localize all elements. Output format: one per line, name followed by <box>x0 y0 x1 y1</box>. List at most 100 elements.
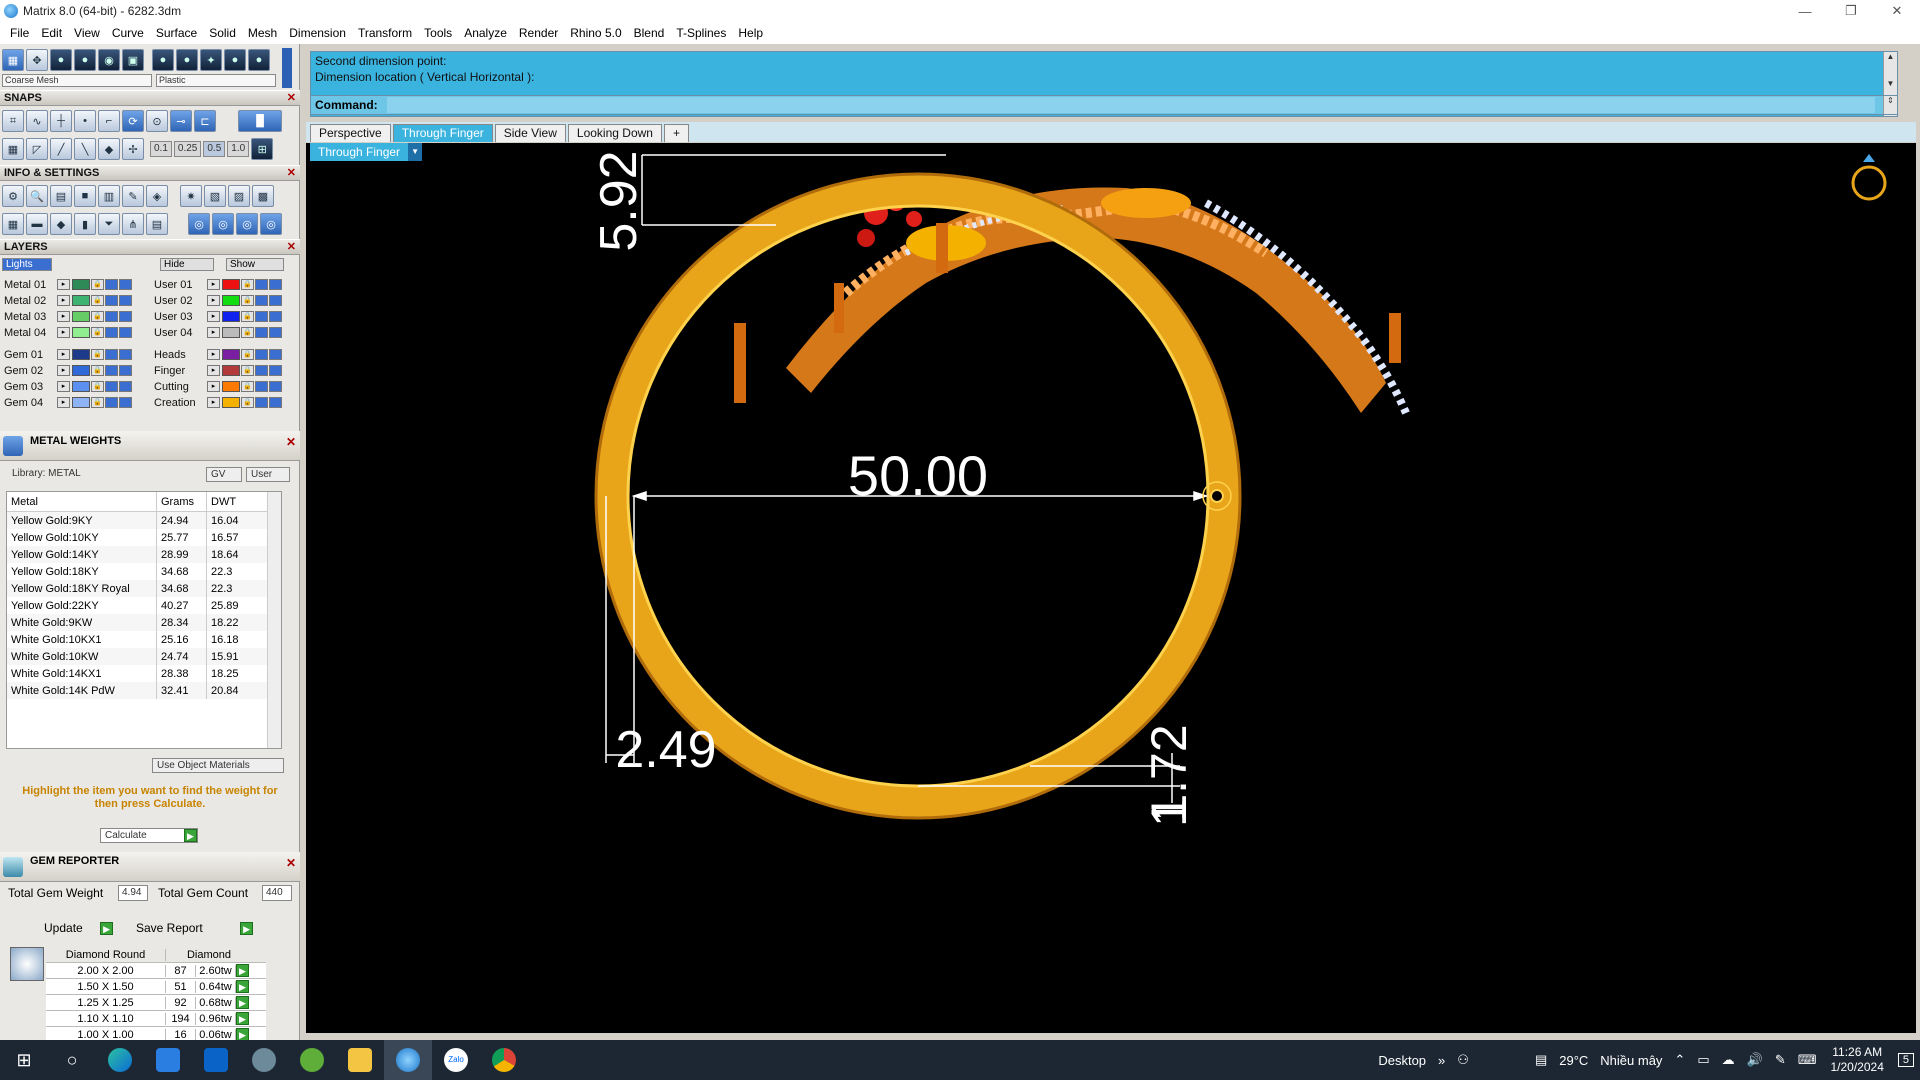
lock-icon[interactable]: 🔒 <box>91 365 104 376</box>
select-icon[interactable] <box>119 295 132 306</box>
ring4-icon[interactable]: ◎ <box>260 213 282 235</box>
pen-icon[interactable]: ✎ <box>1775 1052 1786 1068</box>
expand-icon[interactable]: ▸ <box>57 349 70 360</box>
lock-icon[interactable]: 🔒 <box>91 397 104 408</box>
visibility-icon[interactable] <box>255 279 268 290</box>
snap-value-4[interactable]: 1.0 <box>227 141 250 157</box>
lock-icon[interactable]: 🔒 <box>241 327 254 338</box>
explorer-app[interactable] <box>336 1040 384 1080</box>
select-icon[interactable] <box>119 397 132 408</box>
play-icon[interactable]: ▶ <box>236 980 249 993</box>
layer-color-swatch[interactable] <box>222 349 240 360</box>
menu-view[interactable]: View <box>68 26 106 40</box>
expand-icon[interactable]: ▸ <box>57 365 70 376</box>
search-button[interactable]: ○ <box>48 1040 96 1080</box>
visibility-icon[interactable] <box>105 279 118 290</box>
select-icon[interactable] <box>269 279 282 290</box>
cylinder-icon[interactable]: ▮ <box>74 213 96 235</box>
layer-color-swatch[interactable] <box>72 279 90 290</box>
save-report-button[interactable]: Save Report ▶ <box>136 921 254 935</box>
visibility-icon[interactable] <box>255 365 268 376</box>
table-row[interactable]: Yellow Gold:18KY 34.68 22.3 <box>7 563 281 580</box>
select-icon[interactable] <box>119 349 132 360</box>
snap-grid-toggle-icon[interactable]: ⊞ <box>251 138 274 160</box>
minimize-button[interactable]: — <box>1782 0 1828 22</box>
snap-point-icon[interactable]: • <box>74 110 96 132</box>
shaded-icon[interactable]: ● <box>50 49 72 71</box>
ghosted-icon[interactable]: ✥ <box>26 49 48 71</box>
app-6[interactable] <box>288 1040 336 1080</box>
expand-icon[interactable]: ▸ <box>207 311 220 322</box>
weather-desc[interactable]: Nhiều mây <box>1600 1053 1662 1068</box>
command-input-scroll[interactable]: ⇕ <box>1883 96 1897 114</box>
table-row[interactable]: White Gold:14KX1 28.38 18.25 <box>7 665 281 682</box>
tab-side-view[interactable]: Side View <box>494 124 566 142</box>
cube-icon[interactable]: ◈ <box>146 185 168 207</box>
select-icon[interactable] <box>269 327 282 338</box>
layer-row[interactable]: Heads ▸ 🔒 <box>154 347 282 362</box>
table-row[interactable]: Yellow Gold:14KY 28.99 18.64 <box>7 546 281 563</box>
expand-icon[interactable]: ▸ <box>207 327 220 338</box>
layer-color-swatch[interactable] <box>72 397 90 408</box>
expand-icon[interactable]: ▸ <box>207 295 220 306</box>
play-icon[interactable]: ▶ <box>236 1012 249 1025</box>
snap-grid2-icon[interactable]: ▦ <box>2 138 24 160</box>
select-icon[interactable] <box>119 279 132 290</box>
layer-row[interactable]: Gem 03 ▸ 🔒 <box>4 379 132 394</box>
select-icon[interactable] <box>119 311 132 322</box>
restore-button[interactable]: ❐ <box>1828 0 1874 22</box>
menu-tsplines[interactable]: T-Splines <box>670 26 732 40</box>
visibility-icon[interactable] <box>255 327 268 338</box>
select-icon[interactable] <box>269 397 282 408</box>
layer-color-swatch[interactable] <box>222 397 240 408</box>
gem-icon[interactable]: ◆ <box>50 213 72 235</box>
snap-mid-icon[interactable]: ⊸ <box>170 110 192 132</box>
menu-analyze[interactable]: Analyze <box>458 26 513 40</box>
snap-move-icon[interactable]: ✢ <box>122 138 144 160</box>
snap-line2-icon[interactable]: ╲ <box>74 138 96 160</box>
lock-icon[interactable]: 🔒 <box>91 349 104 360</box>
calculate-button[interactable]: Calculate ▶ <box>100 828 198 843</box>
close-icon[interactable]: ✕ <box>286 435 296 449</box>
ring2-icon[interactable]: ◎ <box>212 213 234 235</box>
table-icon[interactable]: ▤ <box>146 213 168 235</box>
visibility-icon[interactable] <box>105 365 118 376</box>
visibility-icon[interactable] <box>105 311 118 322</box>
snap-center-icon[interactable]: ⊙ <box>146 110 168 132</box>
table-row[interactable]: White Gold:14K PdW 32.41 20.84 <box>7 682 281 699</box>
material-gold-icon[interactable]: ● <box>152 49 174 71</box>
hide-button[interactable]: Hide <box>160 258 214 271</box>
material-yellow-icon[interactable]: ● <box>224 49 246 71</box>
visibility-icon[interactable] <box>105 397 118 408</box>
snap-value-1[interactable]: 0.1 <box>150 141 172 157</box>
menu-edit[interactable]: Edit <box>35 26 68 40</box>
menu-render[interactable]: Render <box>513 26 564 40</box>
snap-value-2[interactable]: 0.25 <box>173 141 202 157</box>
cloud-icon[interactable]: ☁ <box>1722 1052 1735 1068</box>
frame3-icon[interactable]: ▩ <box>252 185 274 207</box>
lock-icon[interactable]: 🔒 <box>241 279 254 290</box>
gem-row[interactable]: 1.25 X 1.25 92 0.68tw ▶ <box>46 995 266 1011</box>
menu-curve[interactable]: Curve <box>106 26 150 40</box>
lock-icon[interactable]: 🔒 <box>241 295 254 306</box>
notification-badge[interactable]: 5 <box>1897 1053 1914 1067</box>
layer-row[interactable]: User 04 ▸ 🔒 <box>154 325 282 340</box>
toolbar-scroll-handle[interactable] <box>282 48 292 88</box>
menu-help[interactable]: Help <box>732 26 769 40</box>
snap-ortho-icon[interactable]: ┼ <box>50 110 72 132</box>
clock[interactable]: 11:26 AM 1/20/2024 <box>1830 1045 1883 1075</box>
desktop-toolbar[interactable]: Desktop <box>1378 1053 1426 1068</box>
chevron-up-icon[interactable]: ⌃ <box>1674 1052 1685 1068</box>
store-app[interactable] <box>144 1040 192 1080</box>
select-icon[interactable] <box>269 295 282 306</box>
layer-row[interactable]: Gem 02 ▸ 🔒 <box>4 363 132 378</box>
xray-icon[interactable]: ◉ <box>98 49 120 71</box>
snap-end-icon[interactable]: ⌐ <box>98 110 120 132</box>
visibility-icon[interactable] <box>255 397 268 408</box>
people-icon[interactable]: ⚇ <box>1457 1052 1469 1068</box>
layer-row[interactable]: User 02 ▸ 🔒 <box>154 293 282 308</box>
ring3-icon[interactable]: ◎ <box>236 213 258 235</box>
expand-icon[interactable]: ▸ <box>207 365 220 376</box>
ring-icon[interactable]: ◎ <box>188 213 210 235</box>
save-icon[interactable]: ▥ <box>98 185 120 207</box>
